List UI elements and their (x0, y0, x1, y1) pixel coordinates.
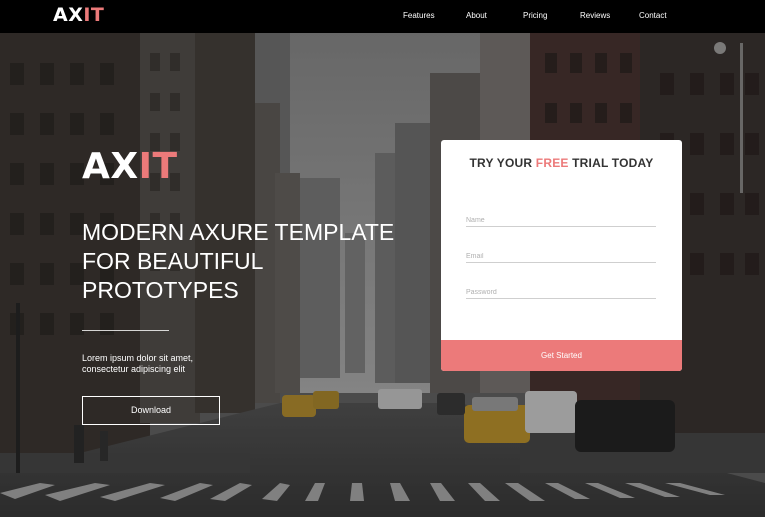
top-navbar: AXIT Features About Pricing Reviews Cont… (0, 0, 765, 33)
nav-logo-white: AX (53, 4, 84, 26)
hero-logo-accent: IT (138, 146, 178, 187)
nav-link-about[interactable]: About (466, 10, 487, 21)
email-field-wrapper (466, 245, 656, 265)
nav-logo[interactable]: AXIT (53, 4, 104, 26)
headline-line: PROTOTYPES (82, 277, 239, 303)
get-started-button[interactable]: Get Started (441, 340, 682, 371)
name-field-wrapper (466, 209, 656, 229)
hero-subtext: Lorem ipsum dolor sit amet, consectetur … (82, 353, 262, 375)
headline-line: MODERN AXURE TEMPLATE (82, 219, 395, 245)
password-field-wrapper (466, 281, 656, 301)
download-button[interactable]: Download (82, 396, 220, 425)
nav-logo-accent: IT (83, 4, 105, 26)
subtext-line: consectetur adipiscing elit (82, 364, 186, 374)
trial-title-start: TRY YOUR (469, 156, 536, 170)
nav-link-pricing[interactable]: Pricing (523, 10, 547, 21)
trial-title: TRY YOUR FREE TRIAL TODAY (441, 156, 682, 170)
hero-logo-white: AX (82, 146, 139, 187)
hero-divider (82, 330, 169, 331)
trial-title-free: FREE (535, 156, 569, 170)
name-field[interactable] (466, 212, 656, 229)
headline-line: FOR BEAUTIFUL (82, 248, 264, 274)
email-field[interactable] (466, 248, 656, 265)
hero-logo: AXIT (82, 149, 178, 185)
nav-link-reviews[interactable]: Reviews (580, 10, 610, 21)
password-field[interactable] (466, 284, 656, 301)
nav-link-contact[interactable]: Contact (639, 10, 667, 21)
hero-headline: MODERN AXURE TEMPLATE FOR BEAUTIFUL PROT… (82, 218, 422, 305)
trial-title-end: TRIAL TODAY (568, 156, 654, 170)
subtext-line: Lorem ipsum dolor sit amet, (82, 353, 194, 363)
nav-link-features[interactable]: Features (403, 10, 435, 21)
